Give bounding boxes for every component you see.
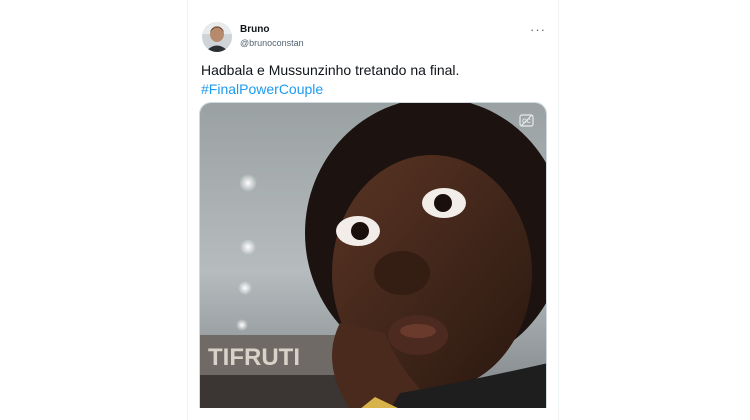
tweet-card[interactable]: Bruno @brunoconstan ··· Hadbala e Mussun… (187, 0, 559, 420)
author-handle[interactable]: @brunoconstan (240, 38, 304, 48)
closed-captions-icon[interactable]: CC (519, 113, 534, 128)
store-sign-text: TIFRUTI (208, 344, 300, 371)
tweet-body: Hadbala e Mussunzinho tretando na final. (201, 62, 460, 78)
author-name[interactable]: Bruno (240, 24, 269, 35)
tweet-text: Hadbala e Mussunzinho tretando na final.… (201, 61, 546, 99)
more-horizontal-icon[interactable]: ··· (530, 22, 546, 37)
video-thumbnail[interactable]: TIFRUTI CC (199, 102, 547, 408)
hashtag-link[interactable]: #FinalPowerCouple (201, 80, 546, 99)
avatar[interactable] (202, 22, 232, 52)
